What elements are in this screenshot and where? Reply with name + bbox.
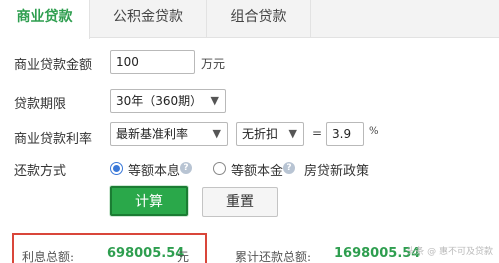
chevron-down-icon: ▼ <box>288 127 297 140</box>
rate-percent-unit: % <box>369 126 379 137</box>
total-interest-label: 利息总额: <box>22 250 75 263</box>
repayment-method-label: 还款方式 <box>14 164 67 179</box>
radio-equal-principal[interactable] <box>213 162 226 175</box>
tab-provident-fund-loan[interactable]: 公积金贷款 <box>90 0 207 38</box>
help-icon[interactable]: ? <box>283 162 295 174</box>
loan-term-select[interactable]: 30年（360期） ▼ <box>110 89 226 113</box>
rate-base-value: 最新基准利率 <box>116 127 189 141</box>
loan-term-value: 30年（360期） <box>116 94 203 108</box>
help-icon[interactable]: ? <box>180 162 192 174</box>
radio-equal-installment[interactable] <box>110 162 123 175</box>
loan-amount-unit: 万元 <box>201 57 226 71</box>
rate-value-input[interactable]: 3.9 <box>326 122 364 146</box>
total-interest-value: 698005.54 <box>107 246 185 261</box>
loan-amount-label: 商业贷款金额 <box>14 58 93 73</box>
tab-combined-loan[interactable]: 组合贷款 <box>207 0 311 38</box>
total-repayment-label: 累计还款总额: <box>235 250 312 263</box>
option-equal-principal-label[interactable]: 等额本金 <box>231 160 283 179</box>
total-interest-unit: 元 <box>177 250 190 263</box>
loan-term-label: 贷款期限 <box>14 97 67 112</box>
option-equal-installment-label[interactable]: 等额本息 <box>128 160 180 179</box>
rate-discount-value: 无折扣 <box>242 127 279 141</box>
chevron-down-icon: ▼ <box>210 94 219 107</box>
chevron-down-icon: ▼ <box>212 127 221 140</box>
rate-base-select[interactable]: 最新基准利率 ▼ <box>110 122 228 146</box>
watermark: 头条 @ 惠不可及贷款 <box>406 247 493 257</box>
loan-type-tabs: 商业贷款 公积金贷款 组合贷款 <box>0 0 499 39</box>
loan-rate-label: 商业贷款利率 <box>14 132 93 147</box>
rate-discount-select[interactable]: 无折扣 ▼ <box>236 122 304 146</box>
equals-sign: = <box>312 126 323 140</box>
tab-commercial-loan[interactable]: 商业贷款 <box>0 0 90 39</box>
calculate-button[interactable]: 计算 <box>110 186 188 216</box>
mortgage-policy-link[interactable]: 房贷新政策 <box>304 160 369 179</box>
loan-amount-input[interactable]: 100 <box>110 50 195 74</box>
reset-button[interactable]: 重置 <box>202 187 278 217</box>
